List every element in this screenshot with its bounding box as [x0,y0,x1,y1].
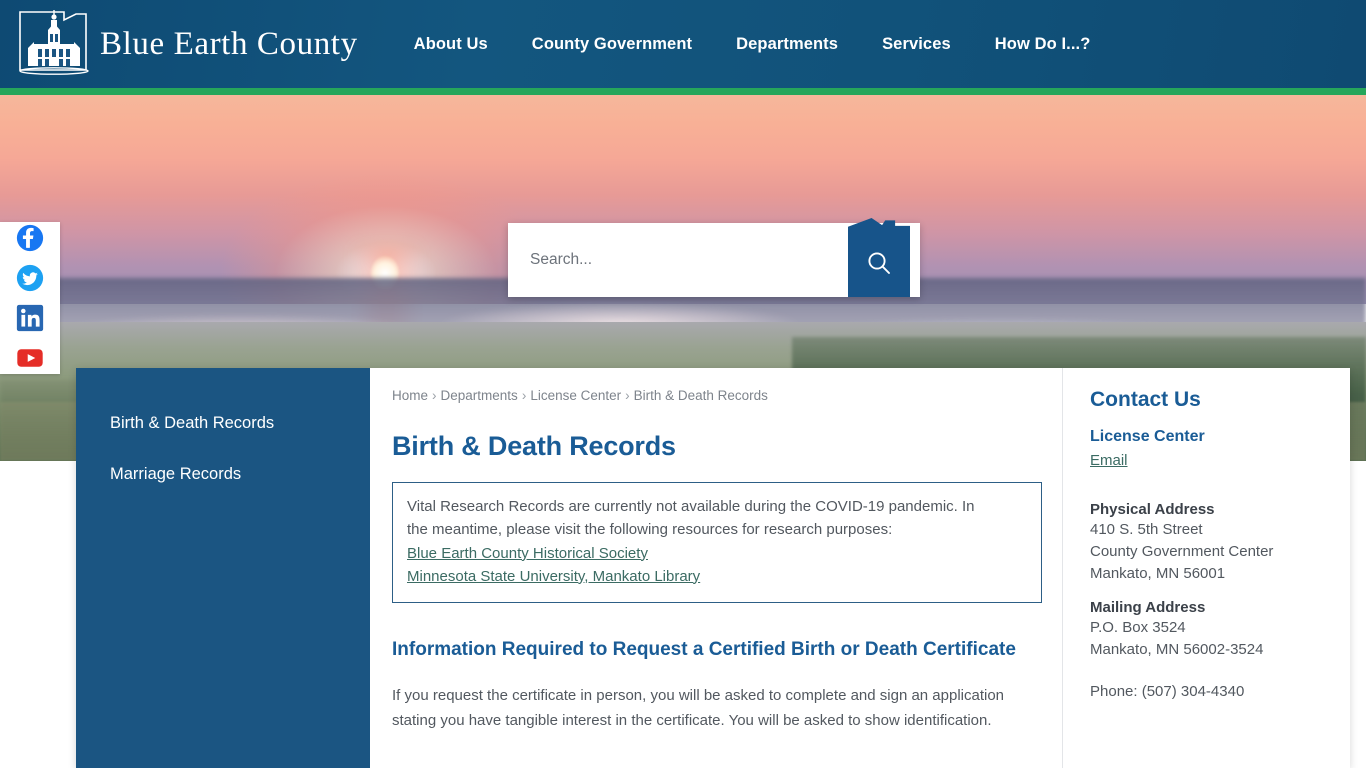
covid-notice-box: Vital Research Records are currently not… [392,482,1042,603]
link-msu-mankato-library[interactable]: Minnesota State University, Mankato Libr… [407,565,700,588]
section-sidebar: Birth & Death Records Marriage Records [76,368,370,768]
contact-us-heading: Contact Us [1090,388,1201,411]
contact-sidebar: Contact Us License Center Email Physical… [1062,368,1350,768]
section-body-paragraph: If you request the certificate in person… [392,687,1005,729]
header-accent-stripe [0,88,1366,95]
breadcrumb-separator: › [625,388,630,403]
nav-item-how-do-i[interactable]: How Do I...? [973,25,1113,64]
search-button[interactable] [848,218,910,297]
breadcrumb-item-home[interactable]: Home [392,388,428,403]
nav-item-services[interactable]: Services [860,25,973,64]
social-media-rail [0,222,60,374]
search-icon [868,252,890,274]
notice-line-2: the meantime, please visit the following… [407,521,893,539]
physical-address-line-2: County Government Center [1090,543,1274,561]
county-courthouse-logo-icon [19,10,89,75]
physical-address-line-3: Mankato, MN 56001 [1090,565,1226,583]
facebook-icon[interactable] [16,224,44,252]
search-input[interactable] [508,223,840,297]
sidebar-item-birth-death-records[interactable]: Birth & Death Records [76,398,370,449]
youtube-icon[interactable] [16,344,44,372]
page-title: Birth & Death Records [392,431,676,461]
content-card: Birth & Death Records Marriage Records H… [76,368,1350,768]
link-historical-society[interactable]: Blue Earth County Historical Society [407,542,648,565]
mailing-address-line-2: Mankato, MN 56002-3524 [1090,641,1264,659]
mailing-address-line-1: P.O. Box 3524 [1090,619,1186,637]
breadcrumb: Home › Departments › License Center › Birth & … [392,388,1028,403]
physical-address-label: Physical Address [1090,501,1215,518]
sidebar-item-marriage-records[interactable]: Marriage Records [76,449,370,500]
site-search [508,218,920,297]
mailing-address-label: Mailing Address [1090,599,1206,617]
nav-item-county-government[interactable]: County Government [510,25,714,64]
main-content: Home › Departments › License Center › Birth & … [370,368,1062,768]
breadcrumb-separator: › [432,388,437,403]
nav-item-about-us[interactable]: About Us [392,25,510,64]
site-header: Blue Earth County About Us County Govern… [0,0,1366,88]
nav-item-departments[interactable]: Departments [714,25,860,64]
section-heading-info-required: Information Required to Request a Certif… [392,639,1016,660]
contact-department-name: License Center [1090,428,1205,445]
site-logo[interactable]: Blue Earth County [0,8,358,80]
contact-email-link[interactable]: Email [1090,452,1128,469]
site-title: Blue Earth County [100,25,358,62]
main-navigation: About Us County Government Departments S… [392,25,1113,64]
linkedin-icon[interactable] [16,304,44,332]
breadcrumb-separator: › [521,388,527,403]
physical-address-line-1: 410 S. 5th Street [1090,521,1203,538]
twitter-icon[interactable] [16,264,44,292]
breadcrumb-item-departments[interactable]: Departments [441,388,518,403]
breadcrumb-item-license-center[interactable]: License Center [530,388,621,403]
contact-phone: Phone: (507) 304-4340 [1090,683,1245,701]
breadcrumb-item-current: Birth & Death Records [633,388,768,403]
page-root: Blue Earth County About Us County Govern… [0,0,1366,768]
notice-line-1: Vital Research Records are currently not… [407,498,975,515]
